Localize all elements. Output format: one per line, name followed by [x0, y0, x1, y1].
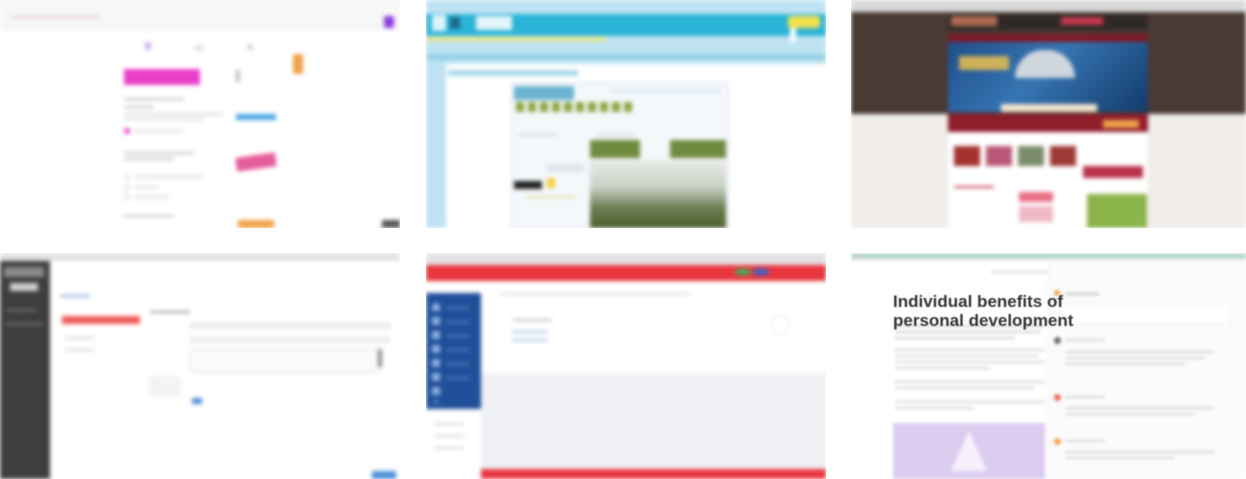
- green-panel: [1087, 194, 1147, 228]
- pyramid-shape: [951, 431, 987, 471]
- breadcrumb: [448, 70, 578, 76]
- radio-option[interactable]: [124, 174, 130, 180]
- photo-thumb[interactable]: [986, 146, 1012, 166]
- side-margin: [1148, 114, 1246, 228]
- pink-graphic: [235, 152, 277, 172]
- thumbnail-grid: Individual benefits of personal developm…: [0, 0, 1246, 479]
- browser-bar: [426, 253, 826, 265]
- small-icon: [236, 70, 240, 82]
- article-title-line: Individual benefits of: [893, 292, 1064, 311]
- comments-panel: [1048, 263, 1246, 479]
- thumbnail-university-homepage[interactable]: [851, 0, 1246, 228]
- radio-option[interactable]: [124, 184, 130, 190]
- comment-input[interactable]: [1061, 303, 1231, 325]
- thumbnail-library-portal[interactable]: [426, 0, 826, 228]
- header-button[interactable]: [788, 16, 820, 28]
- text-field[interactable]: [190, 337, 390, 343]
- card-logo: [514, 86, 574, 100]
- comment-avatar: [1054, 337, 1061, 344]
- photo-thumb[interactable]: [1050, 146, 1076, 166]
- article-title-line: personal development: [893, 311, 1074, 330]
- logo-block: [476, 16, 512, 30]
- photo-left: [590, 140, 640, 158]
- go-button[interactable]: [514, 181, 542, 189]
- yellow-flag: [547, 178, 555, 188]
- thumbnail-article-comments[interactable]: Individual benefits of personal developm…: [851, 253, 1246, 479]
- site-logo: [432, 15, 446, 31]
- article-title: Individual benefits of personal developm…: [893, 292, 1073, 330]
- teal-strip: [851, 255, 1246, 257]
- scroll-thumb[interactable]: [790, 28, 796, 42]
- hero-text: [959, 56, 1009, 70]
- icon-row: [516, 102, 636, 112]
- browser-bar: [0, 253, 400, 261]
- start-button[interactable]: [124, 69, 200, 85]
- thumbnail-survey-form[interactable]: [0, 0, 400, 228]
- user-avatar[interactable]: [384, 16, 394, 28]
- menu-dots[interactable]: [432, 303, 440, 403]
- nav-bar: [948, 34, 1148, 42]
- browser-bar: [0, 0, 400, 30]
- grey-panel: [481, 373, 826, 469]
- photo-thumb[interactable]: [1018, 146, 1044, 166]
- yellow-strip: [426, 37, 606, 41]
- active-menu-item[interactable]: [62, 316, 140, 324]
- dark-sidebar: [0, 261, 50, 479]
- blue-tag[interactable]: [236, 114, 276, 120]
- footer-bar: [481, 469, 826, 479]
- side-margin: [851, 114, 948, 228]
- comment-avatar: [1054, 438, 1061, 445]
- side-banner[interactable]: [1083, 166, 1143, 178]
- header-link[interactable]: [1061, 17, 1103, 25]
- step-icon: [195, 46, 203, 50]
- promo-tile[interactable]: [1019, 192, 1053, 202]
- news-button[interactable]: [1103, 120, 1139, 128]
- circle-widget[interactable]: [770, 315, 790, 335]
- scroll-corner: [382, 220, 400, 228]
- orange-badge: [293, 54, 303, 74]
- photo-right: [670, 140, 726, 158]
- comment-avatar: [1054, 394, 1061, 401]
- photo-bottom: [590, 160, 726, 228]
- thumbnail-learning-dashboard[interactable]: [426, 253, 826, 479]
- step-icon: [247, 44, 253, 50]
- checkbox-group[interactable]: [150, 377, 180, 395]
- nav-badge[interactable]: [754, 269, 768, 275]
- text-field[interactable]: [190, 323, 390, 329]
- corner-button[interactable]: [372, 471, 396, 479]
- nav-badge[interactable]: [736, 269, 750, 275]
- logo-block: [450, 17, 460, 29]
- photo-thumb[interactable]: [954, 146, 980, 166]
- promo-tile[interactable]: [1019, 206, 1053, 222]
- nav-strip: [426, 54, 826, 60]
- text-area[interactable]: [190, 349, 380, 373]
- sidebar-button[interactable]: [10, 283, 38, 291]
- sidebar-logo: [4, 267, 44, 277]
- next-button[interactable]: [238, 220, 274, 228]
- submit-button[interactable]: [192, 398, 202, 404]
- browser-bar: [851, 0, 1246, 12]
- search-box[interactable]: [546, 164, 584, 172]
- radio-dot[interactable]: [124, 128, 130, 134]
- search-bar[interactable]: [1001, 104, 1097, 112]
- scrollbar[interactable]: [378, 349, 382, 367]
- thumbnail-admin-form[interactable]: [0, 253, 400, 479]
- step-icon: [145, 42, 151, 50]
- radio-option[interactable]: [124, 194, 130, 200]
- site-logo: [951, 16, 997, 26]
